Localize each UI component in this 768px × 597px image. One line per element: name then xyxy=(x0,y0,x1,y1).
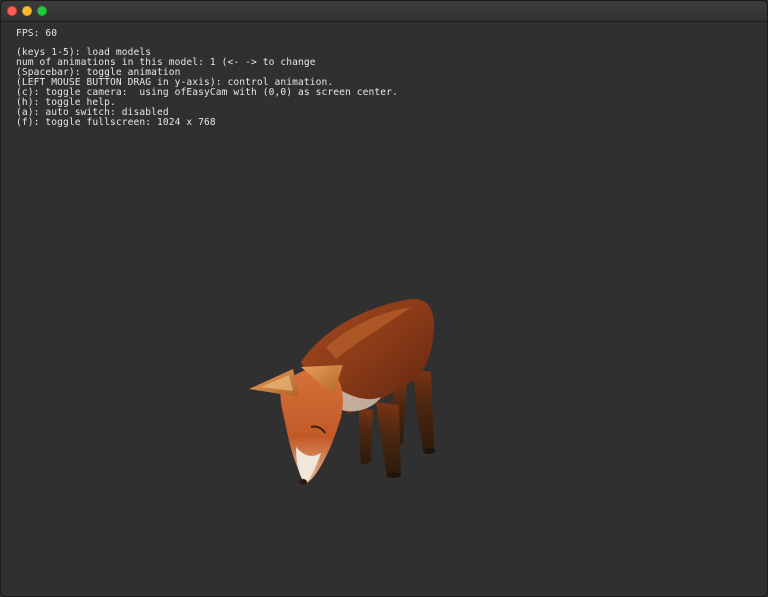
title-bar[interactable] xyxy=(1,1,767,22)
help-line: (f): toggle fullscreen: 1024 x 768 xyxy=(16,117,216,128)
front-leg xyxy=(376,402,401,478)
fox-model[interactable] xyxy=(241,277,451,487)
help-text: (keys 1-5): load models num of animation… xyxy=(16,48,398,128)
maximize-window-button[interactable] xyxy=(37,6,47,16)
fps-readout: FPS: 60 xyxy=(16,28,58,39)
app-window: FPS: 60 (keys 1-5): load models num of a… xyxy=(0,0,768,597)
render-canvas[interactable]: FPS: 60 (keys 1-5): load models num of a… xyxy=(1,22,767,596)
back-leg xyxy=(413,369,434,453)
front-leg-2 xyxy=(359,407,373,465)
close-window-button[interactable] xyxy=(7,6,17,16)
minimize-window-button[interactable] xyxy=(22,6,32,16)
